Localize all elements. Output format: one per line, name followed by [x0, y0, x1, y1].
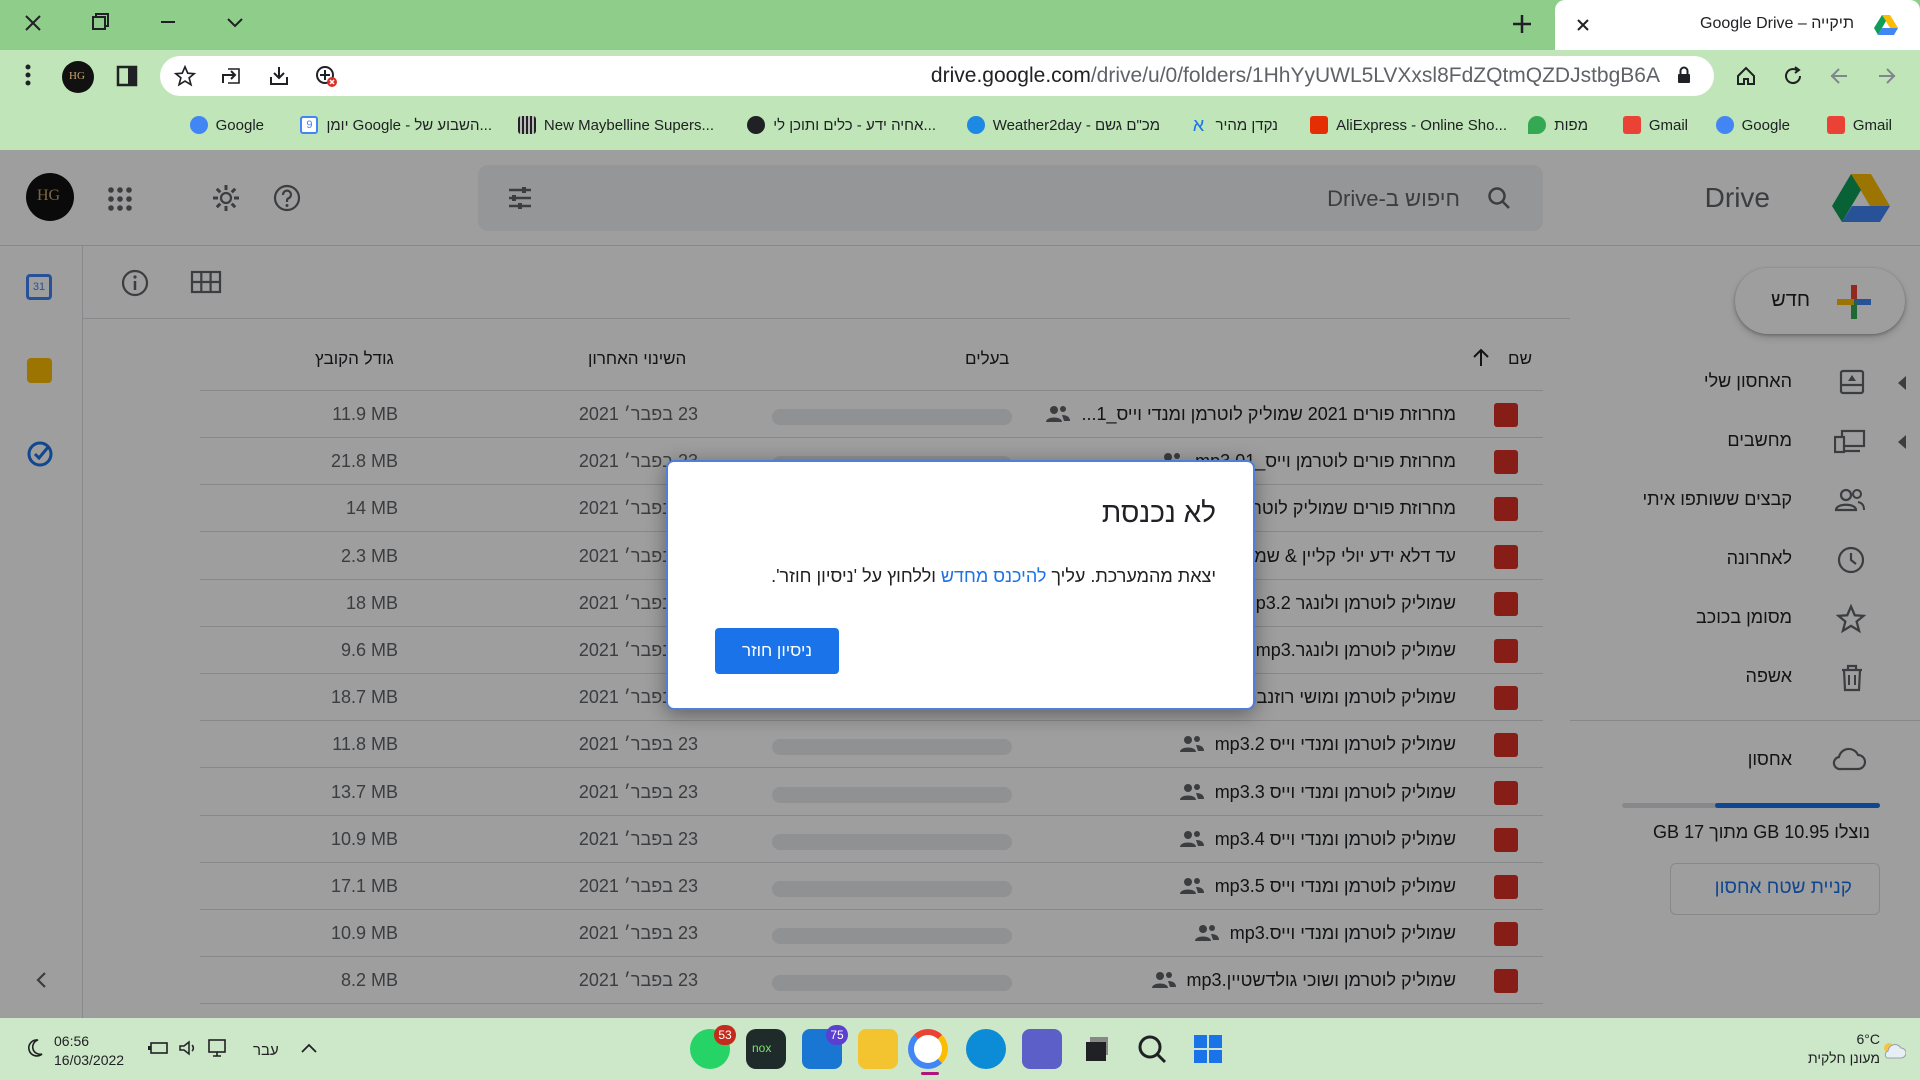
- bookmark-gmail[interactable]: Gmail: [1622, 113, 1688, 137]
- dialog-title: לא נכנסת: [1101, 497, 1216, 528]
- bookmark-nakdan[interactable]: א נקדן מהיר: [1190, 113, 1278, 137]
- nakdan-icon: א: [1192, 115, 1205, 135]
- signed-out-dialog: לא נכנסת יצאת מהמערכת. עליך להיכנס מחדש …: [666, 460, 1255, 710]
- tab-title: תיקייה – Google Drive: [1700, 15, 1854, 32]
- bookmark-star-icon[interactable]: [174, 65, 196, 87]
- menu-kebab-icon[interactable]: [24, 64, 32, 86]
- drive-favicon-icon: [1874, 14, 1898, 36]
- bookmark-label: Google: [1741, 116, 1790, 134]
- bookmark-label: יומן Google - השבוע של...: [326, 116, 492, 134]
- start-windows-icon[interactable]: [1188, 1029, 1228, 1069]
- home-icon[interactable]: [1735, 65, 1757, 87]
- battery-icon[interactable]: [148, 1040, 170, 1056]
- restore-window-icon[interactable]: [90, 12, 110, 32]
- bookmark-label: נקדן מהיר: [1215, 116, 1278, 134]
- bookmark-google[interactable]: Google: [1715, 113, 1790, 137]
- network-icon[interactable]: [206, 1038, 228, 1058]
- url-host: drive.google.com: [930, 64, 1091, 87]
- input-language[interactable]: עבר: [253, 1042, 279, 1059]
- weather-temperature: 6°C: [1856, 1031, 1881, 1047]
- clock[interactable]: 06:56 16/03/2022: [54, 1032, 124, 1070]
- nox-logo-icon: nox: [752, 1041, 772, 1055]
- bookmark-google[interactable]: Google: [189, 113, 264, 137]
- chrome-app-icon[interactable]: [908, 1029, 948, 1069]
- lock-icon[interactable]: [1677, 66, 1691, 84]
- teams-chat-icon[interactable]: [1022, 1029, 1062, 1069]
- bookmark-label: Gmail: [1648, 116, 1688, 134]
- forward-icon[interactable]: [1828, 65, 1850, 87]
- bookmark-maybelline[interactable]: New Maybelline Supers...: [517, 113, 714, 137]
- mail-app-icon[interactable]: 75: [802, 1025, 848, 1069]
- weather-cloud-icon: [1880, 1040, 1906, 1060]
- side-panel-icon[interactable]: [116, 65, 138, 87]
- url-path: /drive/u/0/folders/1HhYyUWL5LVXxsl8FdZQt…: [1090, 64, 1660, 87]
- globe-icon: [747, 116, 766, 134]
- bookmark-calendar[interactable]: 9 יומן Google - השבוע של...: [300, 113, 492, 137]
- weather-icon: [966, 116, 985, 134]
- back-icon[interactable]: [1876, 65, 1898, 87]
- maybelline-icon: [517, 116, 536, 134]
- bookmark-maps[interactable]: מפות: [1528, 113, 1588, 137]
- bookmark-label: New Maybelline Supers...: [543, 116, 714, 134]
- reload-icon[interactable]: [1782, 65, 1804, 87]
- aliexpress-icon: [1310, 116, 1329, 134]
- bookmark-aliexpress[interactable]: AliExpress - Online Sho...: [1310, 113, 1507, 137]
- file-explorer-icon[interactable]: [858, 1029, 898, 1069]
- search-taskbar-icon[interactable]: [1132, 1029, 1172, 1069]
- focus-moon-icon[interactable]: [26, 1038, 44, 1058]
- profile-avatar[interactable]: HG: [62, 61, 94, 93]
- bookmark-label: AliExpress - Online Sho...: [1336, 116, 1507, 134]
- retry-button[interactable]: ניסיון חוזר: [715, 628, 839, 674]
- weather-condition: מעונן חלקית: [1807, 1050, 1880, 1066]
- active-app-indicator: [921, 1072, 939, 1075]
- bookmark-label: אחיה ידע - כלים ותוכן לי...: [773, 116, 936, 134]
- task-view-icon[interactable]: [1078, 1029, 1118, 1069]
- share-icon[interactable]: [220, 65, 242, 87]
- nox-app-icon[interactable]: nox: [746, 1029, 786, 1069]
- bookmark-globe[interactable]: אחיה ידע - כלים ותוכן לי...: [747, 113, 936, 137]
- maps-icon: [1528, 116, 1547, 134]
- whatsapp-badge: 53: [714, 1025, 736, 1045]
- new-tab-icon[interactable]: [1510, 12, 1534, 36]
- url-text[interactable]: drive.google.com/drive/u/0/folders/1HhYy…: [931, 64, 1660, 88]
- bookmark-label: Google: [215, 116, 264, 134]
- edge-app-icon[interactable]: [966, 1029, 1006, 1069]
- active-tab[interactable]: תיקייה – Google Drive: [1555, 0, 1920, 50]
- bookmark-label: מפות: [1554, 116, 1588, 134]
- google-icon: [189, 116, 208, 134]
- dialog-text-before: יצאת מהמערכת. עליך: [1046, 566, 1216, 586]
- mail-badge: 75: [826, 1025, 848, 1045]
- gmail-icon: [1826, 116, 1845, 134]
- avatar-monogram-icon: HG: [69, 70, 85, 82]
- weather-widget[interactable]: 6°C מעונן חלקית: [1808, 1030, 1880, 1068]
- clock-time: 06:56: [54, 1033, 90, 1049]
- tab-search-chevron-icon[interactable]: [224, 12, 246, 34]
- volume-icon[interactable]: [177, 1040, 197, 1056]
- taskbar: [0, 1018, 1920, 1080]
- clock-date: 16/03/2022: [54, 1052, 125, 1068]
- tab-strip: תיקייה – Google Drive: [0, 0, 1920, 50]
- calendar-icon: 9: [300, 116, 319, 134]
- sign-in-again-link[interactable]: להיכנס מחדש: [941, 566, 1047, 586]
- gmail-icon: [1622, 116, 1641, 134]
- tab-close-icon[interactable]: [1573, 15, 1593, 35]
- bookmark-weather[interactable]: Weather2day - מכ"ם גשם: [966, 113, 1160, 137]
- install-app-icon[interactable]: [268, 65, 290, 87]
- tray-chevron-up-icon[interactable]: [300, 1042, 318, 1054]
- whatsapp-app-icon[interactable]: 53: [690, 1025, 736, 1069]
- bookmark-label: Gmail: [1852, 116, 1892, 134]
- dialog-message: יצאת מהמערכת. עליך להיכנס מחדש וללחוץ על…: [771, 566, 1216, 587]
- extension-blocked-icon[interactable]: [314, 64, 338, 88]
- google-icon: [1715, 116, 1734, 134]
- bookmark-gmail[interactable]: Gmail: [1826, 113, 1892, 137]
- dialog-text-after: וללחוץ על 'ניסיון חוזר'.: [771, 566, 941, 586]
- minimize-window-icon[interactable]: [158, 12, 178, 32]
- bookmark-label: Weather2day - מכ"ם גשם: [992, 116, 1160, 134]
- close-window-icon[interactable]: [22, 12, 44, 34]
